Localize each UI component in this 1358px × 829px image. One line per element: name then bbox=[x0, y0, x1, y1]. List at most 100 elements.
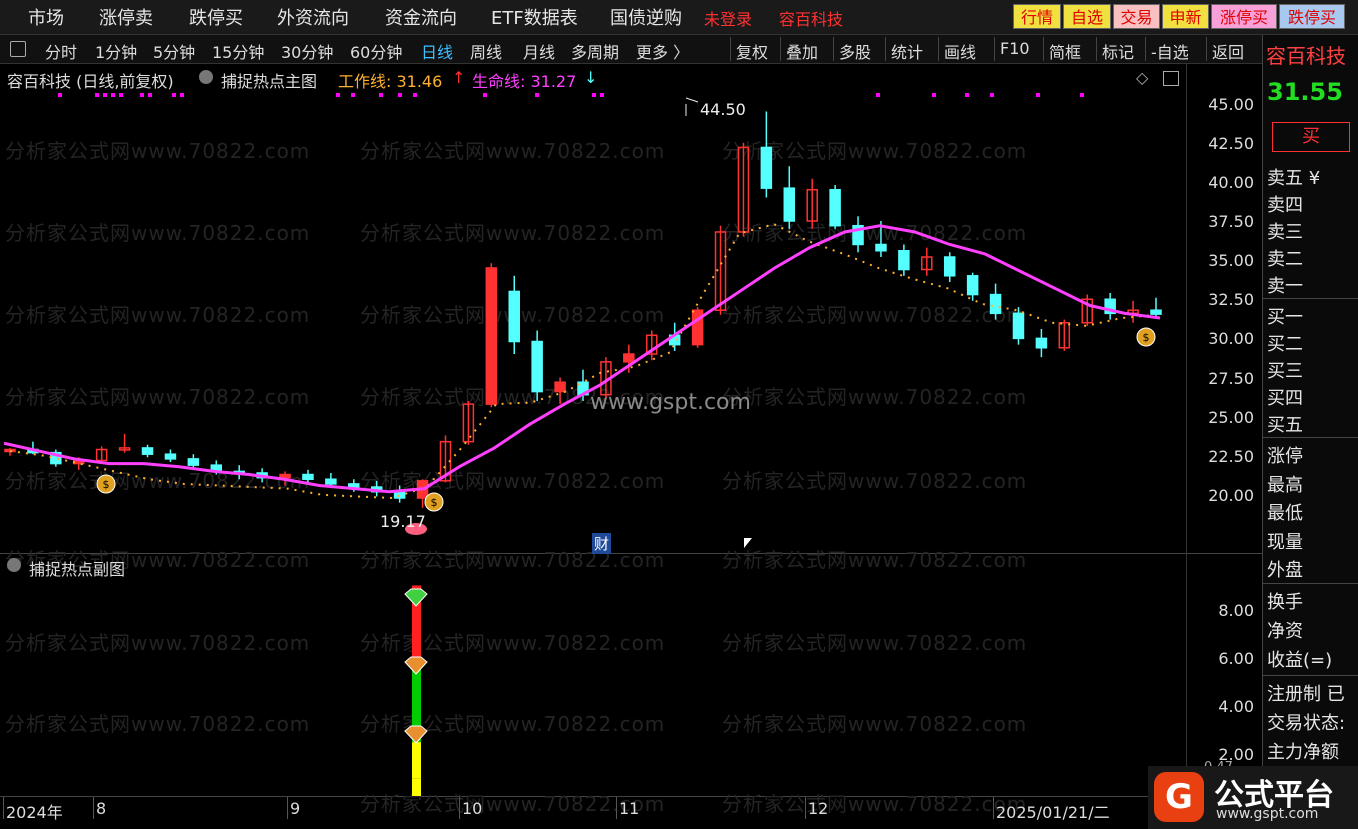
y-axis-tick: 32.50 bbox=[1208, 290, 1254, 310]
tool-3[interactable]: 统计 bbox=[891, 39, 923, 63]
tool-7[interactable]: 标记 bbox=[1102, 39, 1134, 63]
period-tab-4[interactable]: 30分钟 bbox=[281, 39, 333, 63]
quote-divider bbox=[1262, 437, 1358, 438]
signal-dot bbox=[535, 93, 539, 97]
tool-separator bbox=[833, 37, 834, 61]
period-tab-7[interactable]: 周线 bbox=[470, 39, 502, 63]
y-axis-tick: 22.50 bbox=[1208, 446, 1254, 466]
period-tab-10[interactable]: 更多 〉 bbox=[636, 39, 689, 63]
period-tab-9[interactable]: 多周期 bbox=[571, 39, 619, 63]
tool-9[interactable]: 返回 bbox=[1212, 39, 1244, 63]
candle bbox=[531, 330, 543, 401]
tool-separator bbox=[938, 37, 939, 61]
period-tab-0[interactable]: 分时 bbox=[45, 39, 77, 63]
buy-level-4[interactable]: 买四 bbox=[1267, 384, 1303, 410]
sell-level-2[interactable]: 卖二 bbox=[1267, 245, 1303, 271]
x-axis-label: 8 bbox=[96, 799, 107, 818]
sell-level-3[interactable]: 卖三 bbox=[1267, 218, 1303, 244]
period-tab-2[interactable]: 5分钟 bbox=[153, 39, 195, 63]
candle bbox=[370, 480, 383, 497]
y-axis-tick: 45.00 bbox=[1208, 94, 1254, 114]
period-tab-6[interactable]: 日线 bbox=[421, 39, 453, 63]
stat-4: 外盘 bbox=[1267, 560, 1303, 581]
info-0: 注册制 已 bbox=[1267, 684, 1345, 705]
buy-button[interactable]: 买 bbox=[1272, 122, 1350, 152]
money-bag-icon: $ bbox=[96, 474, 116, 494]
buy-level-1[interactable]: 买一 bbox=[1267, 303, 1303, 329]
menu-item-4[interactable]: 资金流向 bbox=[385, 4, 457, 30]
tool-separator bbox=[994, 37, 995, 61]
candle bbox=[898, 244, 910, 276]
quick-button-0[interactable]: 行情 bbox=[1013, 4, 1061, 29]
period-tab-8[interactable]: 月线 bbox=[523, 39, 555, 63]
sidebar-toggle-icon[interactable] bbox=[10, 41, 26, 57]
tool-5[interactable]: F10 bbox=[1000, 39, 1030, 58]
quick-button-2[interactable]: 交易 bbox=[1113, 4, 1160, 29]
info-1: 交易状态: bbox=[1267, 713, 1346, 734]
quote-divider bbox=[1262, 675, 1358, 676]
quick-button-3[interactable]: 申新 bbox=[1162, 4, 1209, 29]
sell-level-4[interactable]: 卖四 bbox=[1267, 191, 1303, 217]
menu-item-2[interactable]: 跌停买 bbox=[189, 4, 243, 30]
svg-text:$: $ bbox=[1143, 331, 1150, 344]
candle bbox=[118, 433, 131, 453]
y-axis-tick: 30.00 bbox=[1208, 329, 1254, 349]
sell-level-1[interactable]: 卖一 bbox=[1267, 272, 1303, 298]
y-axis-tick: 20.00 bbox=[1208, 485, 1254, 505]
tool-6[interactable]: 简框 bbox=[1049, 39, 1081, 63]
period-tab-5[interactable]: 60分钟 bbox=[350, 39, 402, 63]
menu-item-1[interactable]: 涨停卖 bbox=[99, 4, 153, 30]
tool-4[interactable]: 画线 bbox=[944, 39, 976, 63]
tool-0[interactable]: 复权 bbox=[736, 39, 768, 63]
signal-dot bbox=[1036, 93, 1040, 97]
menu-item-0[interactable]: 市场 bbox=[28, 4, 64, 30]
period-tab-1[interactable]: 1分钟 bbox=[95, 39, 137, 63]
high-price-label: 44.50 bbox=[700, 100, 746, 119]
signal-dot bbox=[483, 93, 487, 97]
menu-item-6[interactable]: 国债逆购 bbox=[610, 4, 682, 30]
y-axis-tick: 27.50 bbox=[1208, 368, 1254, 388]
quick-button-5[interactable]: 跌停买 bbox=[1279, 4, 1345, 29]
x-axis-label: 12 bbox=[808, 799, 829, 818]
x-axis-label: 2025/01/21/二 bbox=[996, 803, 1110, 822]
x-axis-tick-mark bbox=[3, 797, 4, 819]
sell-level-5[interactable]: 卖五 ¥ bbox=[1267, 164, 1320, 190]
quote-price: 31.55 bbox=[1267, 78, 1343, 106]
signal-dot bbox=[932, 93, 936, 97]
signal-dot bbox=[592, 93, 596, 97]
signal-dot bbox=[103, 93, 107, 97]
candle bbox=[829, 185, 841, 229]
signal-bar bbox=[412, 778, 421, 796]
signal-bar bbox=[412, 742, 421, 779]
menu-item-3[interactable]: 外资流向 bbox=[277, 4, 349, 30]
quick-button-4[interactable]: 涨停买 bbox=[1211, 4, 1277, 29]
signal-dot bbox=[990, 93, 994, 97]
buy-level-5[interactable]: 买五 bbox=[1267, 411, 1303, 437]
tool-1[interactable]: 叠加 bbox=[786, 39, 818, 63]
candle bbox=[554, 377, 566, 405]
tool-separator bbox=[1043, 37, 1044, 61]
y-axis-divider bbox=[1186, 64, 1187, 796]
login-status[interactable]: 未登录 bbox=[704, 6, 752, 30]
signal-dot bbox=[398, 93, 402, 97]
tool-8[interactable]: -自选 bbox=[1151, 39, 1189, 63]
candle bbox=[646, 330, 658, 361]
period-tab-3[interactable]: 15分钟 bbox=[212, 39, 264, 63]
candle bbox=[141, 444, 154, 458]
quick-button-1[interactable]: 自选 bbox=[1063, 4, 1111, 29]
buy-level-2[interactable]: 买二 bbox=[1267, 330, 1303, 356]
candle bbox=[1127, 300, 1139, 323]
menu-item-5[interactable]: ETF数据表 bbox=[491, 4, 578, 30]
signal-dot bbox=[600, 93, 604, 97]
candle bbox=[1081, 294, 1093, 326]
mouse-cursor-icon bbox=[744, 538, 752, 548]
tool-2[interactable]: 多股 bbox=[839, 39, 871, 63]
life-line bbox=[3, 224, 1161, 494]
buy-level-3[interactable]: 买三 bbox=[1267, 357, 1303, 383]
stat2-2: 收益(=) bbox=[1267, 650, 1333, 671]
financial-report-marker[interactable]: 财 bbox=[592, 533, 612, 554]
tool-separator bbox=[780, 37, 781, 61]
stat2-1: 净资 bbox=[1267, 621, 1303, 642]
low-price-label: 19.17 bbox=[380, 512, 426, 531]
x-axis-tick-mark bbox=[287, 797, 288, 819]
